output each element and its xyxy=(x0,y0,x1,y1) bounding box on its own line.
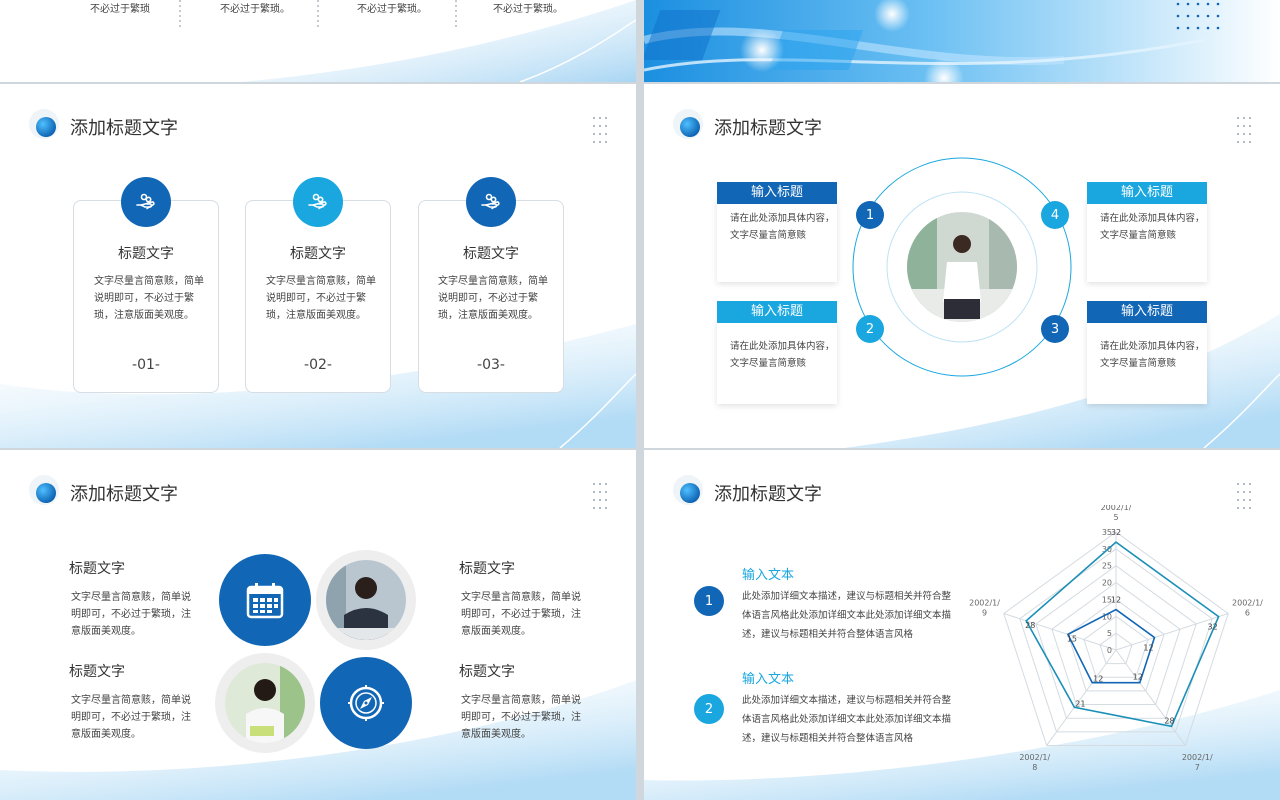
text-fragment-4: 不必过于繁琐。 xyxy=(493,4,563,15)
card-number: -02- xyxy=(304,357,332,373)
slide-title: 添加标题文字 xyxy=(70,118,178,139)
card-body: 文字尽量言简意赅，简单说明即可，不必过于繁琐，注意版面美观度。 xyxy=(438,276,548,321)
title-ball-icon xyxy=(673,475,703,505)
hand-coins-icon xyxy=(293,177,343,227)
card-title: 标题文字 xyxy=(290,246,346,262)
item-text-3: 请在此处添加具体内容，文字尽量言简意赅 xyxy=(1100,341,1205,369)
radar-data-label: 28 xyxy=(1025,621,1035,630)
item-number-1: 1 xyxy=(856,201,884,229)
item-label-1: 输入标题 xyxy=(717,182,837,204)
businesswoman-photo xyxy=(225,663,305,743)
radar-data-label: 15 xyxy=(1067,634,1077,643)
dot-grid-decoration xyxy=(1237,117,1251,143)
item-text-2: 请在此处添加具体内容，文字尽量言简意赅 xyxy=(730,341,835,369)
radar-category-label: 2002/1/5 xyxy=(1101,505,1132,522)
block-title-4: 标题文字 xyxy=(459,664,515,680)
item-label-3: 输入标题 xyxy=(1087,301,1207,323)
item-number-3: 3 xyxy=(1041,315,1069,343)
item-title-1: 输入文本 xyxy=(742,568,795,583)
radar-tick-label: 5 xyxy=(1107,629,1112,638)
radar-category-label: 2002/1/9 xyxy=(969,598,1000,617)
slide-title: 添加标题文字 xyxy=(714,484,822,505)
radar-category-label: 2002/1/7 xyxy=(1182,753,1213,772)
office-man-photo xyxy=(907,212,1017,322)
slides-canvas: 不必过于繁琐 不必过于繁琐。 不必过于繁琐。 不必过于繁琐。 添加标题文字 标题… xyxy=(0,0,1280,800)
hand-coins-icon xyxy=(121,177,171,227)
calendar-icon xyxy=(246,583,284,619)
radar-data-label: 12 xyxy=(1093,675,1103,684)
radar-tick-label: 20 xyxy=(1102,579,1112,588)
item-number-2: 2 xyxy=(856,315,884,343)
slide-circle-items[interactable]: 添加标题文字 输入标题 请在此处添加具体内容，文字尽量言简意赅 1 输入标题 请… xyxy=(644,84,1280,448)
radar-series-line xyxy=(1025,541,1220,728)
dot-grid-decoration xyxy=(593,483,607,509)
slide-top-right[interactable] xyxy=(644,0,1280,82)
title-ball-icon xyxy=(29,475,59,505)
item-body-1: 此处添加详细文本描述，建议与标题相关并符合整体语言风格此处添加详细文本此处添加详… xyxy=(742,591,952,640)
slide-title: 添加标题文字 xyxy=(714,118,822,139)
item-text-1: 请在此处添加具体内容，文字尽量言简意赅 xyxy=(730,213,835,241)
block-body-2: 文字尽量言简意赅，简单说明即可，不必过于繁琐，注意版面美观度。 xyxy=(71,695,191,740)
text-fragment-2: 不必过于繁琐。 xyxy=(220,4,290,15)
radar-category-label: 2002/1/6 xyxy=(1232,598,1263,617)
radar-spoke xyxy=(1115,649,1186,746)
title-ball-icon xyxy=(29,109,59,139)
slide-radar-chart[interactable]: 添加标题文字 输入文本 此处添加详细文本描述，建议与标题相关并符合整体语言风格此… xyxy=(644,450,1280,800)
card-body: 文字尽量言简意赅，简单说明即可，不必过于繁琐，注意版面美观度。 xyxy=(266,276,376,321)
hand-coins-icon xyxy=(466,177,516,227)
slide-photo-circles[interactable]: 添加标题文字 标题文字 文字尽量言简意赅，简单说明即可，不必过于繁琐，注意版面美… xyxy=(0,450,636,800)
block-title-1: 标题文字 xyxy=(69,561,125,577)
radar-data-label: 32 xyxy=(1208,623,1218,632)
block-body-1: 文字尽量言简意赅，简单说明即可，不必过于繁琐，注意版面美观度。 xyxy=(71,592,191,637)
item-number-2: 2 xyxy=(694,694,724,724)
block-title-2: 标题文字 xyxy=(69,664,125,680)
item-label-4: 输入标题 xyxy=(1087,182,1207,204)
card-number: -03- xyxy=(477,357,505,373)
item-title-2: 输入文本 xyxy=(742,672,795,687)
card-title: 标题文字 xyxy=(463,246,519,262)
slide-top-left[interactable]: 不必过于繁琐 不必过于繁琐。 不必过于繁琐。 不必过于繁琐。 xyxy=(0,0,636,82)
radar-data-label: 12 xyxy=(1133,673,1143,682)
compass-icon xyxy=(348,685,384,721)
businessman-photo xyxy=(326,560,406,640)
radar-chart: 05101520253035323228212812121212152002/1… xyxy=(969,505,1263,772)
radar-category-label: 2002/1/8 xyxy=(1019,753,1050,772)
radar-data-label: 32 xyxy=(1111,528,1121,537)
block-title-3: 标题文字 xyxy=(459,561,515,577)
item-number-1: 1 xyxy=(694,586,724,616)
radar-tick-label: 25 xyxy=(1102,562,1112,571)
title-ball-icon xyxy=(673,109,703,139)
radar-data-label: 12 xyxy=(1111,596,1121,605)
card-number: -01- xyxy=(132,357,160,373)
text-fragment-1: 不必过于繁琐 xyxy=(90,4,150,15)
radar-data-label: 28 xyxy=(1164,716,1174,725)
card-body: 文字尽量言简意赅，简单说明即可，不必过于繁琐，注意版面美观度。 xyxy=(94,276,204,321)
radar-tick-label: 0 xyxy=(1107,646,1112,655)
slide-title: 添加标题文字 xyxy=(70,484,178,505)
radar-spoke xyxy=(1046,649,1117,746)
text-fragment-3: 不必过于繁琐。 xyxy=(357,4,427,15)
radar-data-label: 12 xyxy=(1143,643,1153,652)
radar-data-label: 21 xyxy=(1075,699,1085,708)
item-body-2: 此处添加详细文本描述，建议与标题相关并符合整体语言风格此处添加详细文本此处添加详… xyxy=(742,695,952,744)
item-number-4: 4 xyxy=(1041,201,1069,229)
tech-background-image xyxy=(644,0,1280,82)
slide-three-cards[interactable]: 添加标题文字 标题文字 标题文字 标题文字 文字尽量言简意赅，简单说明即可，不必… xyxy=(0,84,636,448)
card-title: 标题文字 xyxy=(118,246,174,262)
item-text-4: 请在此处添加具体内容，文字尽量言简意赅 xyxy=(1100,213,1205,241)
block-body-3: 文字尽量言简意赅，简单说明即可，不必过于繁琐，注意版面美观度。 xyxy=(461,592,581,637)
item-label-2: 输入标题 xyxy=(717,301,837,323)
dot-grid-decoration xyxy=(1176,2,1220,30)
block-body-4: 文字尽量言简意赅，简单说明即可，不必过于繁琐，注意版面美观度。 xyxy=(461,695,581,740)
dot-grid-decoration xyxy=(593,117,607,143)
